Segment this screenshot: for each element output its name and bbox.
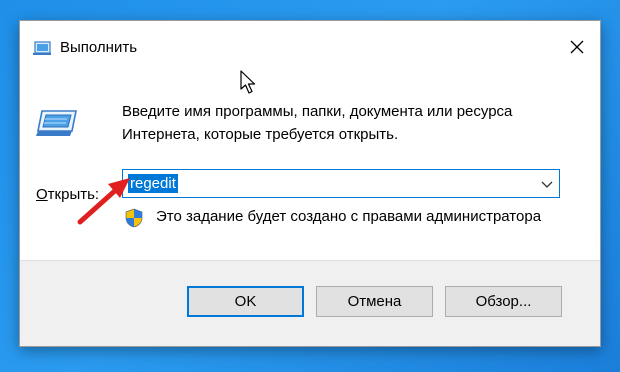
mouse-pointer-icon [240, 70, 256, 94]
close-button[interactable] [554, 21, 600, 73]
ok-button[interactable]: OK [187, 286, 304, 317]
close-icon [570, 40, 584, 54]
window-title: Выполнить [60, 39, 138, 56]
open-combobox[interactable]: regedit [122, 169, 560, 198]
run-icon [33, 41, 51, 55]
browse-button[interactable]: Обзор... [445, 286, 562, 317]
dialog-description: Введите имя программы, папки, документа … [122, 100, 582, 146]
open-label-accelerator: О [36, 186, 48, 203]
button-bar: OK Отмена Обзор... [20, 260, 600, 346]
title-bar: Выполнить [20, 21, 600, 73]
description-line-1: Введите имя программы, папки, документа … [122, 103, 513, 120]
cancel-button[interactable]: Отмена [316, 286, 433, 317]
red-arrow [77, 178, 130, 225]
admin-note: Это задание будет создано с правами адми… [156, 208, 542, 225]
chevron-down-icon[interactable] [539, 176, 555, 192]
description-line-2: Интернета, которые требуется открыть. [122, 126, 399, 143]
run-icon [36, 110, 77, 136]
